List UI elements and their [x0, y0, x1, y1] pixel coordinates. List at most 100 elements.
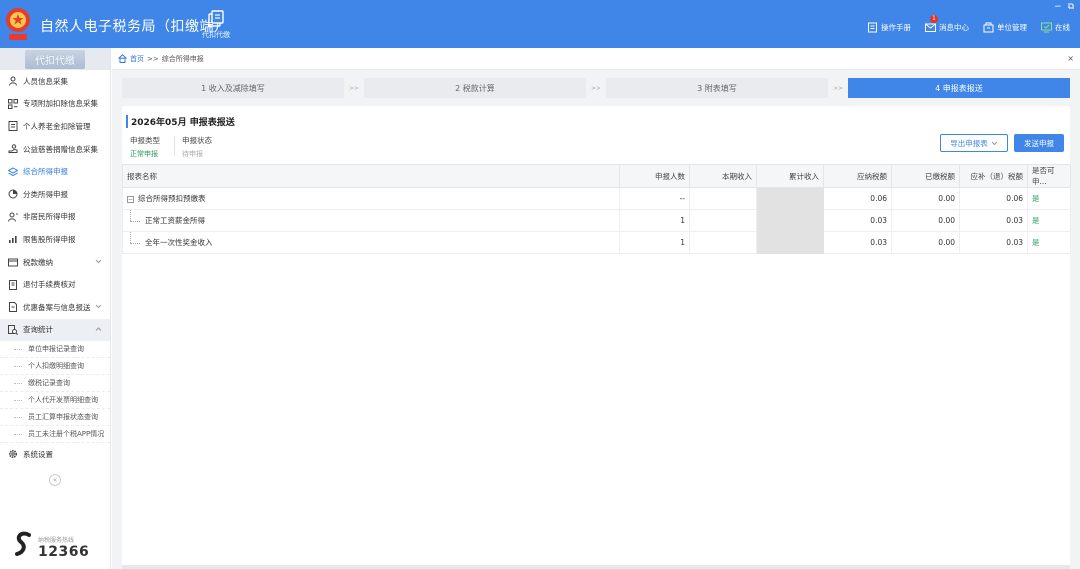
sidebar-subitem-invoice-query[interactable]: 个人代开发票明细查询: [0, 392, 110, 410]
declare-type-label: 申报类型: [130, 136, 160, 145]
chevron-down-icon: [991, 141, 998, 145]
sidebar-item-donation[interactable]: 公益慈善捐赠信息采集: [0, 138, 110, 161]
sidebar-item-fee-check[interactable]: 退付手续费核对: [0, 273, 110, 296]
row-cumulative-redacted: [756, 209, 824, 232]
table-row[interactable]: 全年一次性奖金收入 1 0.03 0.00 0.03 是: [122, 231, 1071, 254]
breadcrumb-home-link[interactable]: 首页: [130, 54, 144, 64]
step-separator: >>: [348, 84, 360, 92]
online-status-button[interactable]: 在线: [1041, 22, 1070, 33]
close-tab-button[interactable]: ×: [1067, 54, 1074, 63]
row-paid: 0.00: [891, 187, 960, 210]
row-refund: 0.06: [959, 187, 1028, 210]
declare-type: 申报类型 正常申报: [130, 135, 160, 159]
sidebar-item-label: 非居民所得申报: [23, 212, 76, 222]
hotline-logo-icon: [15, 531, 31, 556]
col-tax-refund: 应补（退）税额: [959, 164, 1028, 188]
sidebar-item-pension[interactable]: 个人养老金扣除管理: [0, 115, 110, 138]
manual-button[interactable]: 操作手册: [867, 22, 911, 33]
sidebar-item-label: 税款缴纳: [23, 257, 53, 267]
row-cumulative-redacted: [756, 231, 824, 254]
layers-icon: [8, 167, 18, 176]
sidebar-item-label: 分类所得申报: [23, 189, 68, 199]
meta-divider: [174, 136, 175, 156]
pie-icon: [8, 189, 18, 199]
sidebar-item-restricted-shares[interactable]: 限售股所得申报: [0, 228, 110, 251]
sidebar-item-classified-income[interactable]: 分类所得申报: [0, 183, 110, 206]
sidebar-subitem-unit-declare-query[interactable]: 单位申报记录查询: [0, 341, 110, 359]
row-payable: 0.03: [823, 231, 892, 254]
sidebar-subitem-tax-payment-query[interactable]: 缴税记录查询: [0, 375, 110, 393]
report-table: 报表名称 申报人数 本期收入 累计收入 应纳税额 已缴税额 应补（退）税额 是否…: [122, 164, 1071, 254]
step-income-deduction[interactable]: 1 收入及减除填写: [122, 78, 344, 98]
unit-management-button[interactable]: 单位管理: [983, 22, 1027, 33]
sidebar-subitem-personal-withholding-query[interactable]: 个人扣缴明细查询: [0, 358, 110, 376]
hotline-number: 12366: [38, 544, 90, 560]
table-row[interactable]: − 综合所得预扣预缴表 -- 0.06 0.00 0.06 是: [122, 187, 1071, 210]
row-name: 综合所得预扣预缴表: [138, 194, 206, 203]
tree-collapse-toggle[interactable]: −: [127, 196, 134, 203]
step-separator: >>: [832, 84, 844, 92]
sidebar-item-label: 系统设置: [23, 449, 53, 459]
sidebar-header-label: 代扣代缴: [25, 49, 85, 69]
col-current-income: 本期收入: [689, 164, 757, 188]
breadcrumb-separator: >>: [147, 54, 159, 63]
table-header-row: 报表名称 申报人数 本期收入 累计收入 应纳税额 已缴税额 应补（退）税额 是否…: [122, 164, 1071, 188]
row-payable: 0.03: [823, 209, 892, 232]
sidebar-item-special-deduction[interactable]: 专项附加扣除信息采集: [0, 93, 110, 116]
col-tax-paid: 已缴税额: [891, 164, 960, 188]
sidebar-item-person-info[interactable]: 人员信息采集: [0, 70, 110, 93]
message-center-button[interactable]: 1 消息中心: [925, 15, 969, 33]
sidebar-item-label: 退付手续费核对: [23, 280, 76, 290]
row-income: [689, 209, 757, 232]
message-center-label: 消息中心: [939, 23, 969, 32]
sidebar-subitem-annual-settlement-query[interactable]: 员工汇算申报状态查询: [0, 409, 110, 427]
module-withholding[interactable]: 代扣代缴: [196, 10, 236, 40]
send-declaration-button[interactable]: 发送申报: [1014, 134, 1064, 152]
step-submit-report[interactable]: 4 申报表报送: [848, 78, 1070, 98]
sidebar-item-label: 查询统计: [23, 325, 53, 335]
row-income: [689, 231, 757, 254]
sidebar-item-comprehensive-income[interactable]: 综合所得申报: [0, 160, 110, 183]
row-name: 全年一次性奖金收入: [122, 231, 620, 254]
row-name-cell: − 综合所得预扣预缴表: [122, 187, 620, 210]
col-declare-count: 申报人数: [619, 164, 690, 188]
export-report-label: 导出申报表: [950, 138, 988, 148]
col-can-declare: 是否可申...: [1027, 164, 1071, 188]
row-count: 1: [619, 231, 690, 254]
module-label: 代扣代缴: [202, 31, 230, 39]
row-paid: 0.00: [891, 209, 960, 232]
online-label: 在线: [1055, 23, 1070, 32]
minimize-button[interactable]: −: [1054, 2, 1062, 12]
file-icon: [9, 302, 17, 313]
row-name: 正常工资薪金所得: [122, 209, 620, 232]
chevron-down-icon: [95, 259, 102, 263]
export-report-button[interactable]: 导出申报表: [940, 134, 1008, 152]
sidebar-subitem-app-registration-query[interactable]: 员工未注册个税APP情况: [0, 426, 110, 444]
step-tax-calculation[interactable]: 2 税款计算: [364, 78, 586, 98]
horizontal-scrollbar[interactable]: [122, 565, 1070, 569]
declare-type-value: 正常申报: [130, 150, 158, 158]
gear-icon: [8, 450, 18, 459]
sidebar-header: 代扣代缴: [0, 48, 110, 70]
sidebar-item-preferential-filing[interactable]: 优惠备案与信息报送: [0, 296, 110, 319]
sidebar-item-system-settings[interactable]: 系统设置: [0, 443, 110, 466]
restore-button[interactable]: ⧉: [1068, 2, 1074, 12]
message-badge: 1: [930, 15, 938, 23]
header-actions: 操作手册 1 消息中心 单位管理 在线: [867, 15, 1070, 33]
building-icon: [983, 22, 994, 33]
table-row[interactable]: 正常工资薪金所得 1 0.03 0.00 0.03 是: [122, 209, 1071, 232]
sidebar-item-nonresident[interactable]: 非居民所得申报: [0, 206, 110, 229]
row-can-declare: 是: [1027, 209, 1071, 232]
home-icon: [118, 54, 127, 63]
sidebar-item-tax-payment[interactable]: 税款缴纳: [0, 251, 110, 274]
online-icon: [1041, 22, 1052, 33]
chevron-down-icon: [95, 304, 102, 309]
declare-status: 申报状态 待申报: [182, 135, 212, 159]
col-tax-payable: 应纳税额: [823, 164, 892, 188]
sidebar-collapse-button[interactable]: «: [49, 474, 61, 486]
sidebar-item-query-stats[interactable]: 查询统计: [0, 318, 110, 342]
manual-icon: [868, 22, 877, 33]
step-attachment[interactable]: 3 附表填写: [606, 78, 828, 98]
donation-icon: [8, 144, 18, 154]
tax-emblem-logo: [6, 8, 30, 40]
